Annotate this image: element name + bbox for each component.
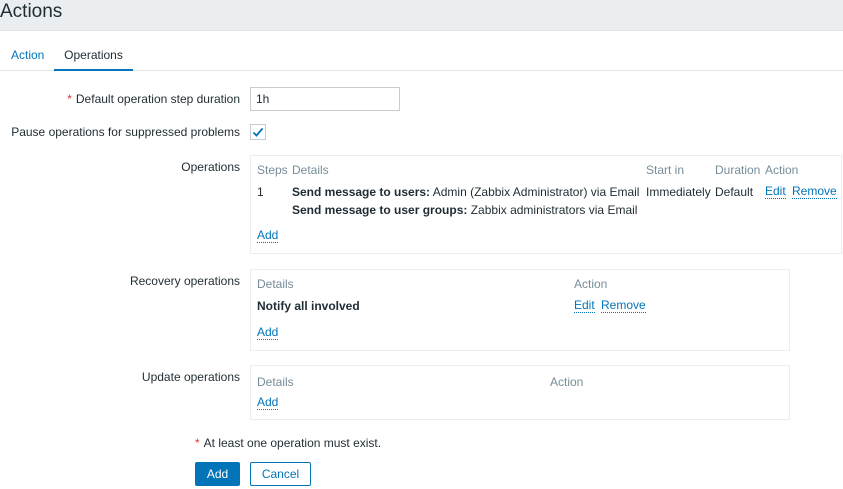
operation-remove-link[interactable]: Remove (792, 185, 837, 199)
recovery-table: Details Action Notify all involved Edit … (250, 269, 790, 351)
required-note-asterisk: * (195, 436, 200, 450)
operation-detail-line2: Send message to user groups: Zabbix admi… (292, 203, 637, 217)
page-title: Actions (0, 1, 63, 22)
recovery-detail: Notify all involved (257, 299, 360, 313)
cancel-button[interactable]: Cancel (250, 462, 311, 486)
required-note: * At least one operation must exist. (195, 436, 381, 450)
add-button[interactable]: Add (195, 462, 240, 486)
pause-label: Pause operations for suppressed problems (11, 125, 240, 139)
col-duration: Duration (715, 163, 761, 177)
pause-checkbox[interactable] (250, 124, 266, 140)
update-col-action: Action (550, 375, 584, 389)
update-add-link[interactable]: Add (257, 396, 279, 410)
step-duration-label: * Default operation step duration (67, 92, 240, 106)
recovery-edit-link[interactable]: Edit (574, 299, 595, 313)
operations-table: Steps Details Start in Duration Action 1… (250, 155, 842, 254)
operations-add-link[interactable]: Add (257, 229, 279, 243)
tab-bar: Action Operations (0, 41, 843, 71)
operation-step: 1 (257, 185, 264, 199)
recovery-remove-link[interactable]: Remove (601, 299, 646, 313)
col-start-in: Start in (646, 163, 685, 177)
operation-detail-line1-rest: Admin (Zabbix Administrator) via Email (430, 185, 640, 199)
recovery-col-action: Action (574, 277, 608, 291)
col-action: Action (765, 163, 799, 177)
checkmark-icon (252, 127, 264, 137)
step-duration-label-text: Default operation step duration (75, 92, 240, 106)
operation-detail-line1: Send message to users: Admin (Zabbix Adm… (292, 185, 639, 199)
update-table: Details Action Add (250, 365, 790, 420)
step-duration-input[interactable] (250, 87, 400, 111)
page-header: Actions (0, 0, 843, 30)
col-steps: Steps (257, 163, 288, 177)
recovery-col-details: Details (257, 277, 294, 291)
operation-detail-line2-rest: Zabbix administrators via Email (467, 203, 638, 217)
required-note-text: At least one operation must exist. (203, 436, 382, 450)
operation-detail-line1-bold: Send message to users: (292, 185, 431, 199)
recovery-add-link[interactable]: Add (257, 326, 279, 340)
operation-detail-line2-bold: Send message to user groups: (292, 203, 468, 217)
required-asterisk: * (67, 92, 72, 106)
operation-edit-link[interactable]: Edit (765, 185, 786, 199)
operations-label: Operations (181, 160, 240, 174)
update-label: Update operations (141, 370, 240, 384)
operation-start-in: Immediately (646, 185, 711, 199)
form-panel: Action Operations * Default operation ste… (0, 30, 843, 489)
update-col-details: Details (257, 375, 294, 389)
tab-operations[interactable]: Operations (54, 41, 133, 71)
recovery-label: Recovery operations (129, 274, 240, 288)
col-details: Details (292, 163, 329, 177)
tab-action[interactable]: Action (11, 41, 44, 71)
operation-duration: Default (715, 185, 754, 199)
